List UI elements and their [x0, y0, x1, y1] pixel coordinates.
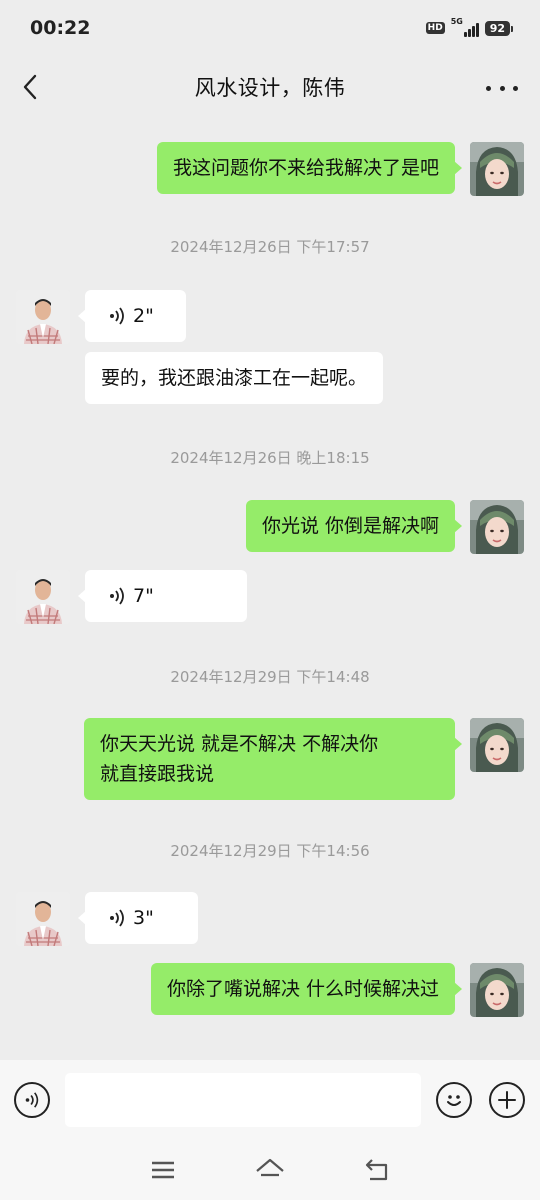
- battery-icon: 92: [484, 20, 514, 36]
- message-list[interactable]: 我这问题你不来给我解决了是吧 2024年12月26日 下午17:57 2" 要的…: [0, 118, 540, 1060]
- emoji-button[interactable]: [436, 1082, 472, 1118]
- message-bubble-mine[interactable]: 你光说 你倒是解决啊: [245, 500, 463, 552]
- contact-avatar[interactable]: [16, 892, 70, 946]
- more-dots-icon: [486, 85, 491, 91]
- back-nav-button[interactable]: [357, 1150, 397, 1190]
- voice-wave-icon: [110, 307, 124, 325]
- plus-button[interactable]: [489, 1082, 525, 1118]
- message-timestamp: 2024年12月26日 下午17:57: [170, 238, 370, 256]
- voice-input-icon: [25, 1092, 39, 1108]
- chevron-left-icon: [23, 74, 37, 100]
- status-indicators: HD 5G 92: [425, 17, 514, 37]
- message-timestamp: 2024年12月29日 下午14:56: [170, 842, 370, 860]
- network-type: 5G: [450, 17, 463, 26]
- voice-message-bubble[interactable]: 2": [78, 290, 186, 342]
- status-bar: 00:22 HD 5G 92: [0, 0, 540, 56]
- signal-icon: 5G: [450, 17, 479, 37]
- home-icon: [256, 1158, 284, 1177]
- voice-message-bubble[interactable]: 7": [78, 570, 247, 622]
- input-bar: [0, 1060, 540, 1140]
- voice-duration: 7": [133, 585, 154, 607]
- contact-avatar[interactable]: [16, 570, 70, 624]
- home-button[interactable]: [250, 1150, 290, 1190]
- voice-wave-icon: [110, 909, 124, 927]
- menu-icon: [152, 1161, 175, 1179]
- message-bubble-mine[interactable]: 我这问题你不来给我解决了是吧: [156, 142, 463, 194]
- chat-title: 风水设计，陈伟: [194, 76, 346, 100]
- message-line: 就直接跟我说: [100, 763, 215, 785]
- hd-icon: HD: [425, 22, 445, 34]
- message-timestamp: 2024年12月26日 晚上18:15: [170, 449, 370, 467]
- system-nav-bar: [0, 1140, 540, 1200]
- chat-header: 风水设计，陈伟: [0, 56, 540, 118]
- message-bubble-other[interactable]: 要的，我还跟油漆工在一起呢。: [85, 352, 384, 404]
- message-line: 你天天光说 就是不解决 不解决你: [100, 733, 379, 755]
- my-avatar[interactable]: [470, 500, 524, 554]
- voice-wave-icon: [110, 587, 124, 605]
- more-button[interactable]: [486, 78, 518, 98]
- plus-icon: [498, 1091, 516, 1109]
- message-bubble-mine[interactable]: 你除了嘴说解决 什么时候解决过: [150, 963, 463, 1015]
- menu-button[interactable]: [143, 1150, 183, 1190]
- voice-message-bubble[interactable]: 3": [78, 892, 198, 944]
- my-avatar[interactable]: [470, 963, 524, 1017]
- back-button[interactable]: [14, 71, 46, 103]
- voice-input-button[interactable]: [14, 1082, 50, 1118]
- my-avatar[interactable]: [470, 142, 524, 196]
- emoji-icon: [447, 1095, 461, 1106]
- status-time: 00:22: [30, 17, 91, 39]
- message-bubble-mine[interactable]: 你天天光说 就是不解决 不解决你 就直接跟我说: [84, 718, 462, 800]
- voice-duration: 3": [133, 907, 154, 929]
- message-input[interactable]: [65, 1073, 421, 1127]
- voice-duration: 2": [133, 305, 154, 327]
- back-nav-icon: [365, 1159, 387, 1181]
- my-avatar[interactable]: [470, 718, 524, 772]
- contact-avatar[interactable]: [16, 290, 70, 344]
- message-timestamp: 2024年12月29日 下午14:48: [170, 668, 370, 686]
